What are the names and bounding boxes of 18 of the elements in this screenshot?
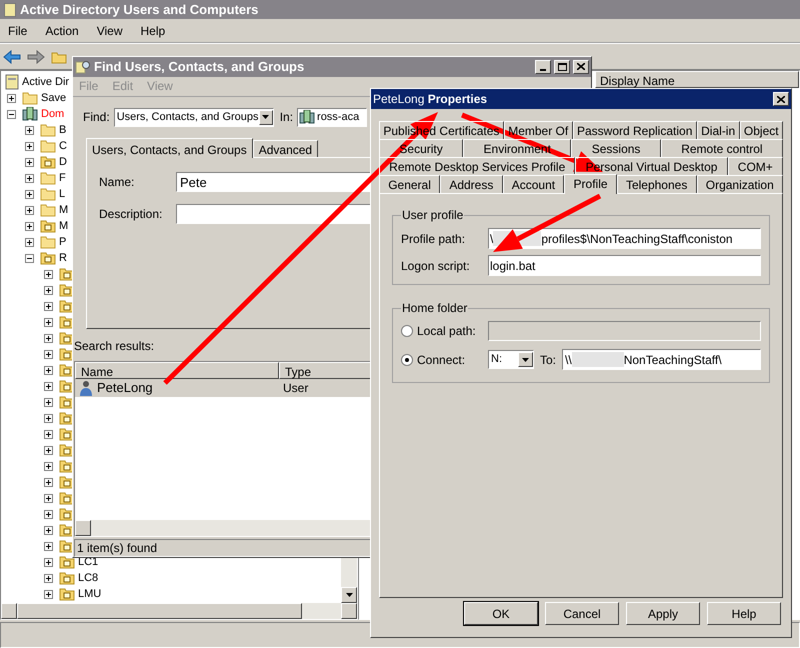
field-label: Name: [99, 174, 136, 191]
result-type: User [282, 380, 308, 397]
in-label: In: [280, 109, 294, 126]
result-name: PeteLong [97, 379, 153, 398]
group-label: Home folder [401, 300, 468, 317]
dialog-title: Find Users, Contacts, and Groups [94, 58, 306, 76]
radio-label: Connect: [417, 352, 466, 368]
find-label: Find: [83, 109, 110, 126]
results-label: Search results: [74, 338, 156, 355]
status-text: 1 item(s) found [76, 540, 158, 557]
window-title: Active Directory Users and Computers [20, 0, 258, 19]
group-label: User profile [401, 207, 464, 224]
field-label: To: [540, 352, 556, 368]
field-label: Profile path: [401, 230, 466, 248]
field-label: Logon script: [401, 258, 471, 274]
radio-label: Local path: [417, 323, 476, 340]
dialog-title: PeteLong Properties [373, 91, 488, 108]
field-label: Description: [99, 206, 164, 223]
